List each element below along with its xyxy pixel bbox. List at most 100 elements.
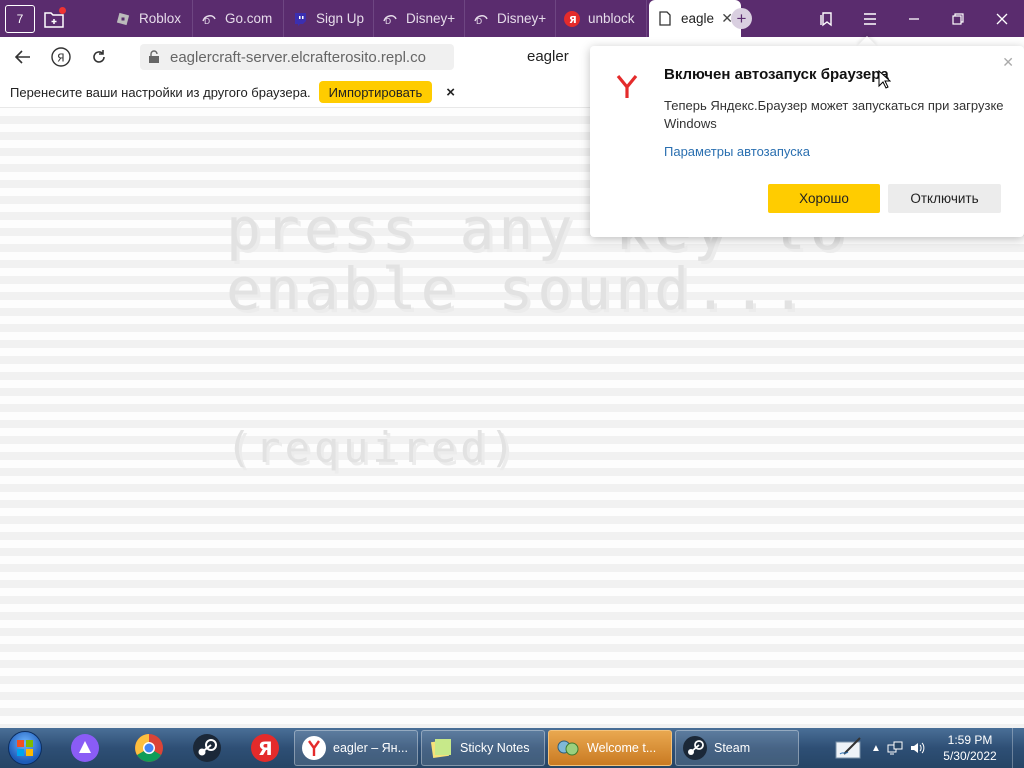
taskbar-item-welcome[interactable]: Welcome t...	[548, 730, 672, 766]
pinned-yandex[interactable]: Я	[236, 728, 294, 768]
twitch-icon	[292, 11, 308, 27]
tab-label: unblock	[588, 11, 635, 26]
yandex-icon: Я	[564, 10, 580, 27]
popup-title: Включен автозапуск браузера	[664, 66, 889, 83]
popup-body: Теперь Яндекс.Браузер может запускаться …	[664, 98, 1004, 131]
bookmarks-button[interactable]	[804, 0, 848, 37]
tab-disney-1[interactable]: D Disney+	[374, 0, 465, 37]
close-window-button[interactable]	[980, 0, 1024, 37]
clock-date: 5/30/2022	[943, 749, 997, 763]
alice-icon	[71, 734, 99, 762]
press-key-line2: enable sound...	[226, 255, 810, 323]
disney-icon: D	[382, 11, 398, 27]
clock[interactable]: 1:59 PM 5/30/2022	[928, 732, 1012, 764]
new-tab-button[interactable]: +	[731, 8, 752, 29]
page-title: eagler	[527, 48, 569, 65]
pinned-steam[interactable]	[178, 728, 236, 768]
tab-roblox[interactable]: Roblox	[107, 0, 193, 37]
import-button[interactable]: Импортировать	[318, 81, 433, 103]
tab-disney-2[interactable]: D Disney+	[465, 0, 556, 37]
svg-text:Я: Я	[258, 738, 273, 760]
tab-sign-up[interactable]: Sign Up	[284, 0, 374, 37]
tabs-overview-button[interactable]: 7	[5, 4, 35, 33]
tab-go-com[interactable]: D Go.com	[193, 0, 284, 37]
yandex-browser-icon	[301, 735, 327, 761]
ok-button[interactable]: Хорошо	[768, 184, 880, 213]
arrow-left-icon	[15, 50, 30, 64]
volume-tray[interactable]	[906, 740, 928, 756]
yandex-home-button[interactable]: Я	[42, 38, 80, 76]
taskbar-item-label: Welcome t...	[587, 741, 657, 755]
system-tray: ▲ 1:59 PM 5/30/2022	[830, 728, 1024, 768]
close-icon	[996, 13, 1008, 24]
tabs-count: 7	[16, 11, 24, 26]
disable-button[interactable]: Отключить	[888, 184, 1001, 213]
yandex-icon: Я	[251, 734, 279, 762]
taskbar-item-label: Sticky Notes	[460, 741, 530, 755]
autostart-settings-link[interactable]: Параметры автозапуска	[664, 144, 810, 159]
url-text[interactable]: eaglercraft-server.elcrafterosito.repl.c…	[170, 49, 426, 66]
tab-label: Roblox	[139, 11, 182, 26]
disney-icon: D	[473, 11, 489, 27]
infobar-message: Перенесите ваши настройки из другого бра…	[10, 84, 311, 100]
svg-text:D: D	[476, 17, 482, 26]
speaker-icon	[911, 742, 925, 754]
taskbar-item-label: eagler – Ян...	[333, 741, 408, 755]
restore-icon	[952, 12, 964, 25]
pen-tablet-tray[interactable]	[830, 736, 868, 760]
taskbar-item-yandex-browser[interactable]: eagler – Ян...	[294, 730, 418, 766]
steam-icon	[193, 734, 221, 762]
tab-eagler[interactable]: eagle ✕	[649, 0, 741, 37]
popup-close-icon[interactable]: ✕	[1002, 54, 1014, 71]
infobar-close-icon[interactable]: ×	[446, 84, 455, 101]
lock-open-icon[interactable]	[148, 50, 160, 64]
show-hidden-icons-icon[interactable]: ▲	[868, 743, 884, 754]
yandex-logo-icon: Я	[51, 47, 71, 67]
tab-label: Go.com	[225, 11, 273, 26]
restore-button[interactable]	[936, 0, 980, 37]
minimize-button[interactable]	[892, 0, 936, 37]
taskbar-item-label: Steam	[714, 741, 751, 755]
pinned-alice[interactable]	[50, 728, 120, 768]
tab-bar: 7 Roblox D Go.com Sign Up D Disney+ D Di…	[0, 0, 1024, 37]
tab-label: eagle	[681, 11, 715, 26]
tab-label: Disney+	[406, 11, 456, 26]
back-button[interactable]	[4, 38, 42, 76]
reload-icon	[93, 50, 105, 63]
network-icon	[887, 741, 903, 755]
menu-button[interactable]	[848, 0, 892, 37]
welcome-icon	[555, 735, 581, 761]
notification-dot	[59, 6, 66, 14]
yandex-y-icon	[616, 74, 638, 105]
roblox-icon	[115, 11, 131, 27]
tab-unblock[interactable]: Я unblock	[556, 0, 647, 37]
steam-icon	[682, 735, 708, 761]
page-icon	[657, 11, 673, 27]
sticky-notes-icon	[428, 735, 454, 761]
reload-button[interactable]	[80, 38, 118, 76]
tab-label: Disney+	[497, 11, 547, 26]
pinned-chrome[interactable]	[120, 728, 178, 768]
taskbar-item-sticky-notes[interactable]: Sticky Notes	[421, 730, 545, 766]
collections-button[interactable]	[41, 6, 67, 32]
disney-icon: D	[201, 11, 217, 27]
window-controls	[804, 0, 1024, 37]
taskbar-item-steam[interactable]: Steam	[675, 730, 799, 766]
windows-logo-icon	[8, 731, 42, 765]
show-desktop-button[interactable]	[1012, 728, 1024, 768]
svg-text:D: D	[385, 17, 391, 26]
pen-tablet-icon	[835, 737, 861, 759]
start-button[interactable]	[0, 728, 50, 768]
chrome-icon	[135, 734, 163, 762]
hamburger-icon	[864, 12, 876, 25]
network-tray[interactable]	[884, 740, 906, 756]
svg-text:Я: Я	[57, 52, 65, 65]
required-text: (required)	[226, 423, 519, 472]
tab-label: Sign Up	[316, 11, 365, 26]
url-field[interactable]: eaglercraft-server.elcrafterosito.repl.c…	[140, 44, 454, 70]
clock-time: 1:59 PM	[947, 733, 993, 747]
minimize-icon	[909, 17, 919, 20]
bookmarks-icon	[820, 11, 832, 26]
autostart-popup: ✕ Включен автозапуск браузера Теперь Янд…	[590, 46, 1024, 237]
mouse-cursor-icon	[878, 70, 891, 89]
